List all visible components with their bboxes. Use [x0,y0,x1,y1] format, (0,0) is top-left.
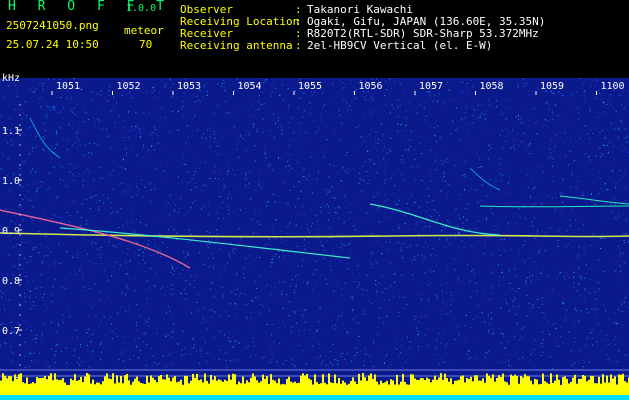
antenna-label: Receiving antenna [180,39,293,52]
header: H R O F F T 1.0.0 2507241050.png 25.07.2… [0,0,629,78]
y-tick-label: 0.8 [2,276,20,287]
x-tick-label: 1052 [117,81,141,92]
y-tick-label: 1.0 [2,176,20,187]
antenna-value: 2el-HB9CV Vertical (el. E-W) [307,39,493,52]
capture-datetime: 25.07.24 10:50 [6,38,99,51]
spectrogram: 1.11.00.90.80.70.6 105110521053105410551… [0,78,629,400]
detection-count: 70 [139,38,153,51]
x-tick-label: 1053 [177,81,201,92]
unit-label: kHz [2,73,21,84]
x-tick-label: 1054 [238,81,262,92]
x-tick-label: 1056 [359,81,383,92]
file-name: 2507241050.png [6,19,99,32]
y-tick-label: 1.1 [2,126,20,137]
y-tick-label: 0.9 [2,226,20,237]
y-tick-label: 0.7 [2,326,20,337]
detection-mode: meteor [124,24,164,37]
spectrogram-background [0,78,629,400]
x-tick-label: 1057 [419,81,443,92]
x-tick-label: 1058 [480,81,504,92]
antenna-colon: : [295,39,302,52]
x-tick-label: 1100 [601,81,625,92]
x-tick-label: 1055 [298,81,322,92]
app-version: 1.0.0 [126,3,157,14]
x-tick-label: 1051 [56,81,80,92]
x-tick-label: 1059 [540,81,564,92]
